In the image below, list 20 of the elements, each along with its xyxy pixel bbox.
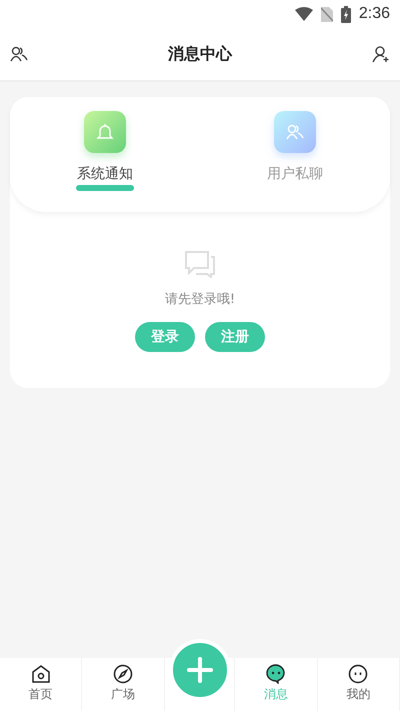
compass-icon bbox=[113, 664, 134, 684]
tab[interactable]: 系统通知 bbox=[10, 97, 200, 212]
chat-face-icon bbox=[264, 664, 287, 684]
face-icon bbox=[348, 664, 368, 684]
no-sim-icon bbox=[320, 6, 333, 22]
bell-icon bbox=[96, 123, 114, 141]
page-title: 消息中心 bbox=[168, 44, 232, 64]
add-user-icon[interactable] bbox=[372, 46, 390, 62]
battery-icon bbox=[340, 6, 351, 22]
chat-bubbles-icon bbox=[184, 250, 216, 278]
nav-tab[interactable]: 广场 bbox=[82, 658, 165, 711]
plus-icon bbox=[186, 657, 213, 683]
home-icon bbox=[30, 664, 51, 684]
nav-tab[interactable]: 首页 bbox=[0, 658, 82, 711]
nav-tab[interactable]: 我的 bbox=[318, 658, 400, 711]
login-prompt: 请先登录哦! bbox=[164, 291, 236, 308]
users-icon bbox=[286, 124, 304, 140]
friends-icon[interactable] bbox=[10, 46, 28, 62]
wifi-icon bbox=[294, 7, 313, 21]
status-time: 2:36 bbox=[358, 5, 390, 23]
